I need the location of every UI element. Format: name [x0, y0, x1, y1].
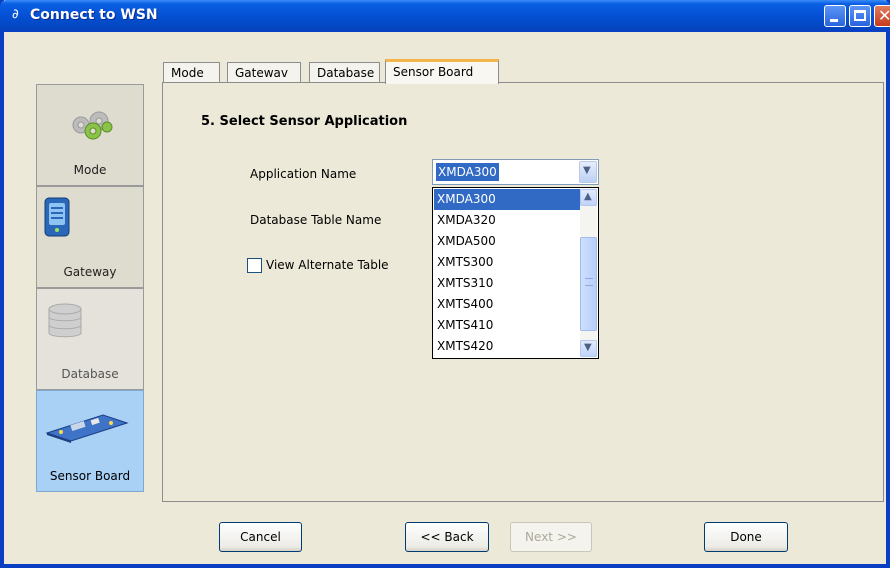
- minimize-button[interactable]: [824, 5, 846, 27]
- scroll-down-button[interactable]: ▼: [580, 340, 597, 357]
- tab-sensor-board[interactable]: Sensor Board: [385, 59, 499, 84]
- list-item[interactable]: XMTS400: [434, 294, 580, 315]
- list-item[interactable]: XMTS300: [434, 252, 580, 273]
- nav-label: Sensor Board: [49, 469, 131, 483]
- gateway-server-icon: [44, 197, 70, 237]
- list-item[interactable]: XMTS410: [434, 315, 580, 336]
- nav-item-database[interactable]: Database: [36, 288, 144, 390]
- sensor-board-icon: [45, 414, 129, 443]
- dropdown-toggle[interactable]: ▼: [579, 161, 597, 183]
- nav-label: Database: [61, 367, 119, 381]
- scroll-thumb[interactable]: [580, 237, 597, 331]
- minimize-icon: [830, 19, 838, 22]
- back-button[interactable]: << Back: [405, 522, 489, 552]
- chevron-up-icon: ▲: [584, 191, 592, 202]
- maximize-button[interactable]: [849, 5, 871, 27]
- list-item[interactable]: XMDA300: [434, 189, 580, 210]
- maximize-icon: [854, 10, 866, 21]
- close-button[interactable]: ✕: [874, 5, 890, 27]
- nav-item-gateway[interactable]: Gateway: [36, 186, 144, 288]
- list-scrollbar[interactable]: ▲ ▼: [580, 189, 597, 357]
- application-options-list[interactable]: XMDA300 XMDA320 XMDA500 XMTS300 XMTS310 …: [432, 187, 599, 359]
- chevron-down-icon: ▼: [584, 342, 592, 353]
- scroll-up-button[interactable]: ▲: [580, 189, 597, 206]
- step-title: 5. Select Sensor Application: [201, 114, 408, 129]
- nav-item-sensor-board[interactable]: Sensor Board: [36, 390, 144, 492]
- tab-mode[interactable]: Mode: [163, 62, 220, 83]
- cancel-button[interactable]: Cancel: [219, 522, 302, 552]
- tab-gateway[interactable]: Gatewav: [227, 62, 301, 83]
- done-button[interactable]: Done: [704, 522, 788, 552]
- nav-item-mode[interactable]: Mode: [36, 84, 144, 186]
- application-name-select[interactable]: XMDA300 ▼: [432, 159, 599, 185]
- grip-icon: [585, 278, 593, 286]
- gears-icon: [72, 111, 113, 140]
- database-icon: [48, 303, 82, 338]
- wizard-nav: Mode Gateway Database Sensor Board: [36, 84, 144, 492]
- list-item[interactable]: XMTS420: [434, 336, 580, 357]
- list-item[interactable]: XMTS310: [434, 273, 580, 294]
- database-table-label: Database Table Name: [250, 213, 382, 227]
- nav-label: Gateway: [63, 265, 117, 279]
- list-item[interactable]: XMDA320: [434, 210, 580, 231]
- window-title: Connect to WSN: [30, 7, 158, 23]
- application-name-label: Application Name: [250, 167, 357, 181]
- app-icon: ∂: [12, 7, 19, 22]
- next-button[interactable]: Next >>: [510, 522, 592, 552]
- tab-database[interactable]: Database: [309, 62, 380, 83]
- application-selected-value: XMDA300: [436, 163, 499, 181]
- view-alternate-checkbox[interactable]: [247, 258, 262, 273]
- title-bar[interactable]: ∂ Connect to WSN ✕: [0, 0, 890, 32]
- chevron-down-icon: ▼: [583, 165, 591, 176]
- view-alternate-label: View Alternate Table: [266, 258, 389, 272]
- close-icon: ✕: [878, 6, 890, 25]
- nav-label: Mode: [73, 163, 107, 177]
- list-item[interactable]: XMDA500: [434, 231, 580, 252]
